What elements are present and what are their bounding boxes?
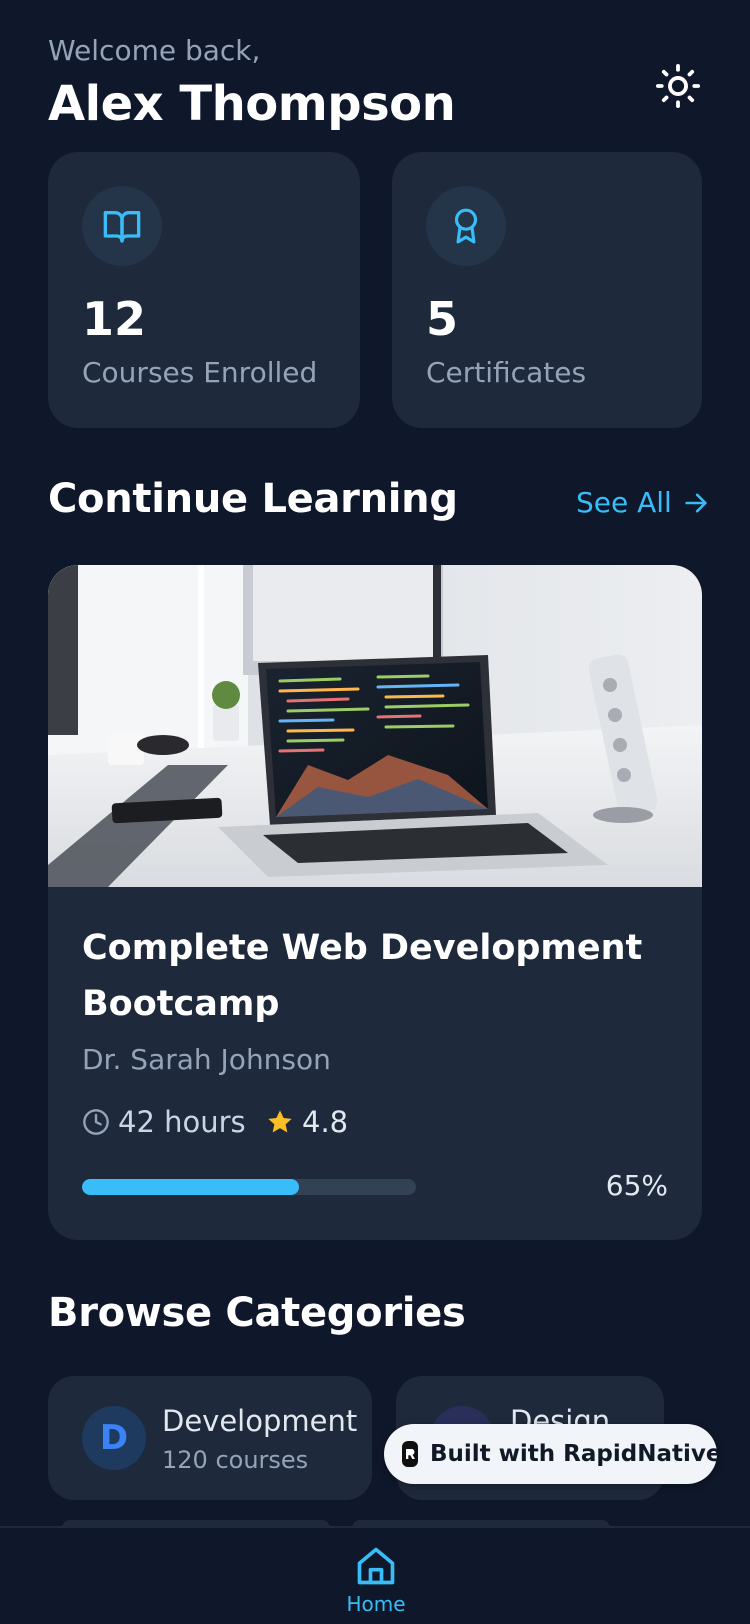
stat-label: Courses Enrolled — [82, 356, 318, 389]
theme-toggle-button[interactable] — [652, 60, 704, 112]
course-progress-bar — [82, 1179, 416, 1195]
course-progress-percent: 65% — [605, 1169, 668, 1202]
category-initial: D — [82, 1406, 146, 1470]
course-duration: 42 hours — [82, 1105, 246, 1139]
stat-card-courses[interactable]: 12 Courses Enrolled — [48, 152, 360, 428]
book-open-icon — [82, 186, 162, 266]
nav-item-home[interactable]: Home — [346, 1544, 406, 1616]
welcome-text: Welcome back, — [48, 34, 261, 67]
course-rating: 4.8 — [266, 1105, 348, 1139]
category-card-development[interactable]: D Development 120 courses — [48, 1376, 372, 1500]
home-screen: Welcome back, Alex Thompson 12 Courses E… — [0, 0, 750, 1624]
see-all-label: See All — [576, 486, 672, 519]
category-count: 120 courses — [162, 1446, 309, 1474]
course-hours: 42 hours — [118, 1105, 246, 1139]
section-title-browse-categories: Browse Categories — [48, 1290, 466, 1336]
rating-value: 4.8 — [302, 1105, 349, 1139]
clock-icon — [83, 1109, 109, 1135]
course-instructor: Dr. Sarah Johnson — [82, 1043, 331, 1076]
nav-label-home: Home — [346, 1592, 406, 1616]
course-card[interactable]: Complete Web Development Bootcamp Dr. Sa… — [48, 565, 702, 1240]
stat-label: Certificates — [426, 356, 587, 389]
see-all-link[interactable]: See All — [576, 486, 710, 519]
arrow-right-icon — [685, 493, 707, 512]
course-progress-fill — [82, 1179, 300, 1195]
course-image — [48, 565, 702, 887]
stat-value: 12 — [82, 292, 147, 346]
award-icon — [426, 186, 506, 266]
section-title-continue-learning: Continue Learning — [48, 476, 458, 522]
star-icon — [268, 1110, 292, 1133]
course-title: Complete Web Development Bootcamp — [82, 928, 643, 1024]
home-icon — [357, 1547, 395, 1585]
built-with-text: Built with RapidNative — [430, 1441, 722, 1467]
stat-card-certificates[interactable]: 5 Certificates — [392, 152, 702, 428]
stat-value: 5 — [426, 292, 459, 346]
rapidnative-logo-icon — [402, 1441, 418, 1467]
built-with-badge[interactable]: Built with RapidNative — [384, 1424, 721, 1484]
bottom-nav: Home — [0, 1526, 750, 1624]
user-name: Alex Thompson — [48, 76, 456, 132]
category-name: Development — [162, 1404, 358, 1438]
sun-icon — [655, 63, 701, 109]
